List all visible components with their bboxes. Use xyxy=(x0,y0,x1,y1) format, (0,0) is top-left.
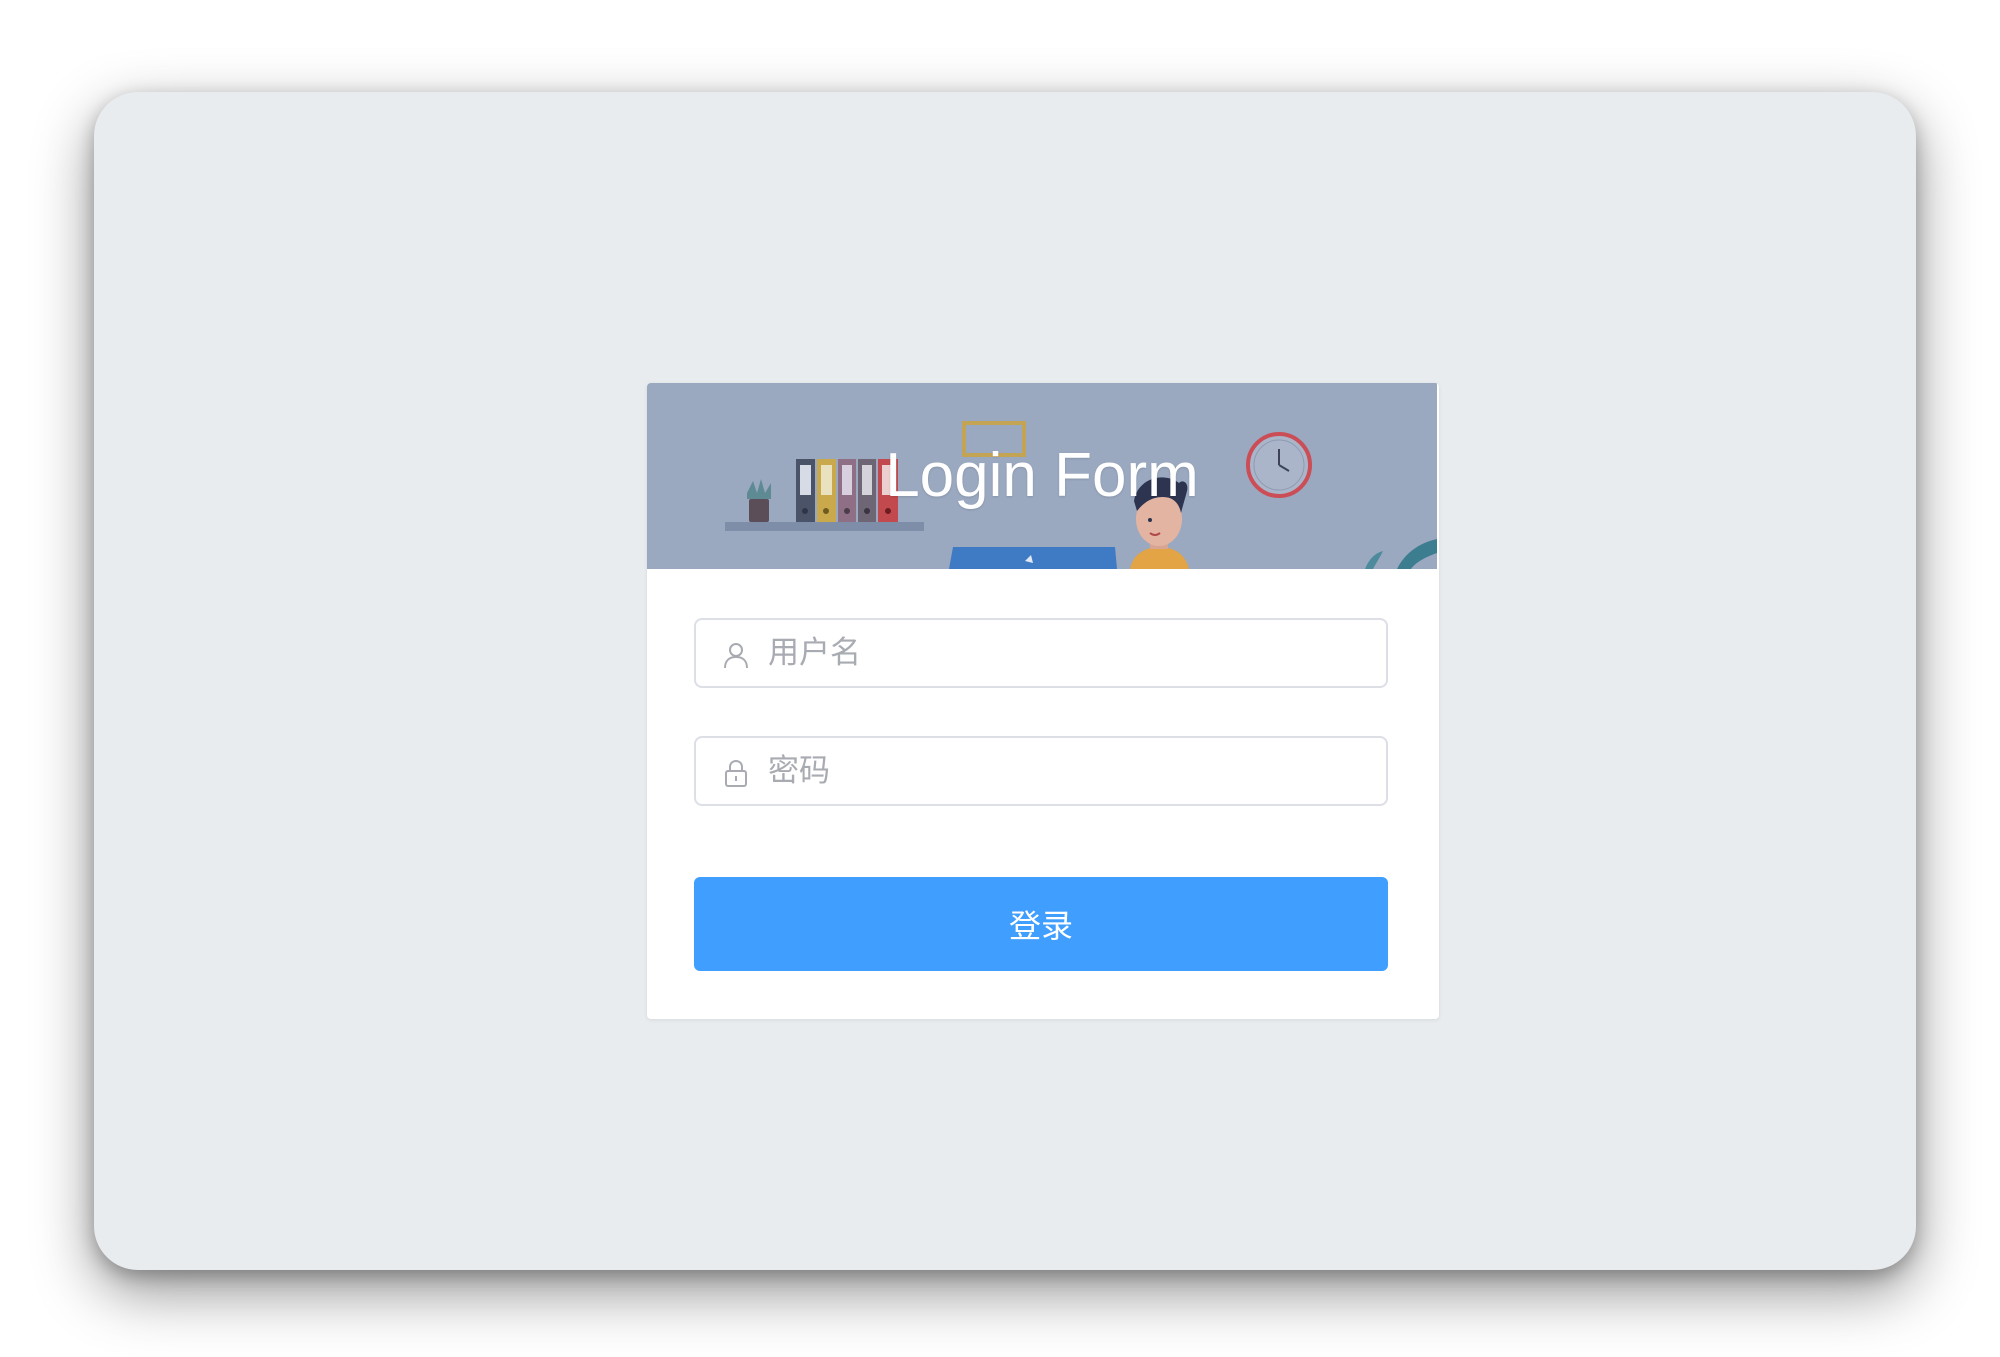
login-banner: Login Form xyxy=(647,383,1437,569)
shelf xyxy=(725,522,924,531)
user-icon xyxy=(724,643,748,669)
login-button[interactable]: 登录 xyxy=(694,877,1388,971)
password-input[interactable] xyxy=(768,738,1368,804)
lock-icon xyxy=(725,759,747,787)
login-card: Login Form 登录 xyxy=(647,383,1439,1019)
password-field[interactable] xyxy=(694,736,1388,806)
page-title: Login Form xyxy=(885,441,1199,510)
username-field[interactable] xyxy=(694,618,1388,688)
leaves xyxy=(1365,539,1437,569)
laptop xyxy=(949,547,1117,569)
username-input[interactable] xyxy=(768,620,1368,686)
app-window: Login Form 登录 xyxy=(94,92,1916,1270)
